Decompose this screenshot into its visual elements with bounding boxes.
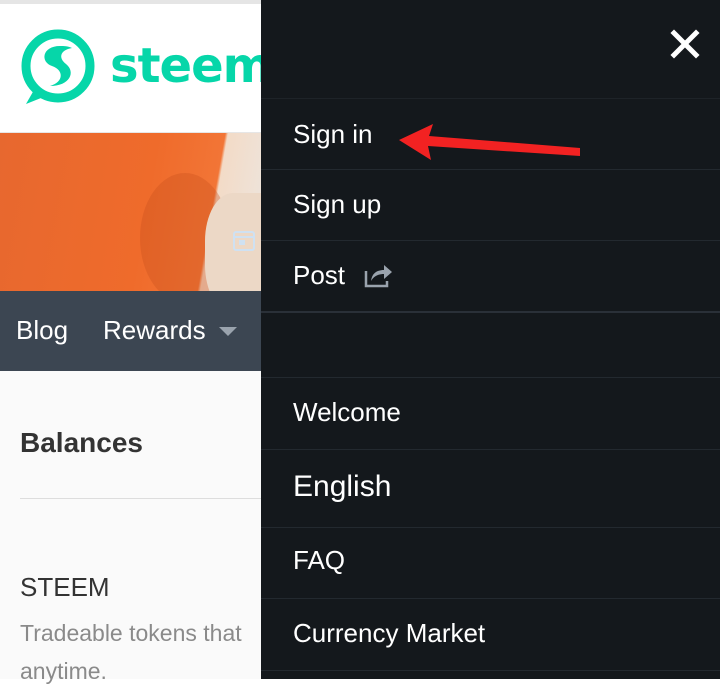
site-header: steem — [0, 4, 273, 133]
balances-title: Balances — [20, 427, 143, 458]
menu-item-currency-market[interactable]: Currency Market — [261, 599, 720, 671]
menu-item-label: Welcome — [293, 397, 401, 427]
menu-item-sign-in[interactable]: Sign in — [261, 99, 720, 170]
profile-nav-bar: Blog Rewards — [0, 291, 261, 371]
menu-item-label: Currency Market — [293, 618, 486, 648]
logo-text[interactable]: steem — [110, 38, 273, 94]
steem-logo-icon[interactable] — [20, 28, 96, 108]
menu-item-post[interactable]: Post — [261, 241, 720, 313]
menu-item-sign-up[interactable]: Sign up — [261, 170, 720, 241]
menu-item-label: Sign in — [293, 119, 373, 149]
menu-item-language[interactable]: English — [261, 450, 720, 528]
nav-rewards[interactable]: Rewards — [103, 315, 206, 346]
menu-item-welcome[interactable]: Welcome — [261, 378, 720, 450]
menu-item-faq[interactable]: FAQ — [261, 528, 720, 599]
calendar-icon — [233, 231, 255, 251]
wallet-content: Balances STEEM Tradeable tokens that any… — [0, 371, 261, 684]
steem-description-line1: Tradeable tokens that — [20, 620, 242, 646]
close-icon[interactable] — [669, 28, 701, 60]
chevron-down-icon[interactable] — [219, 327, 237, 336]
menu-item-label: Sign up — [293, 189, 382, 219]
side-menu: Sign in Sign up Post Welcome English FAQ… — [261, 0, 720, 679]
share-icon — [364, 265, 392, 288]
menu-item-label: English — [293, 470, 392, 503]
divider — [20, 498, 261, 499]
menu-spacer — [261, 313, 720, 378]
steem-label: STEEM — [20, 572, 110, 602]
menu-item-label: FAQ — [293, 545, 346, 575]
menu-item-label: Post — [293, 260, 346, 290]
nav-blog[interactable]: Blog — [16, 315, 68, 346]
steem-description-line2: anytime. — [20, 658, 107, 684]
cover-image — [0, 133, 261, 291]
